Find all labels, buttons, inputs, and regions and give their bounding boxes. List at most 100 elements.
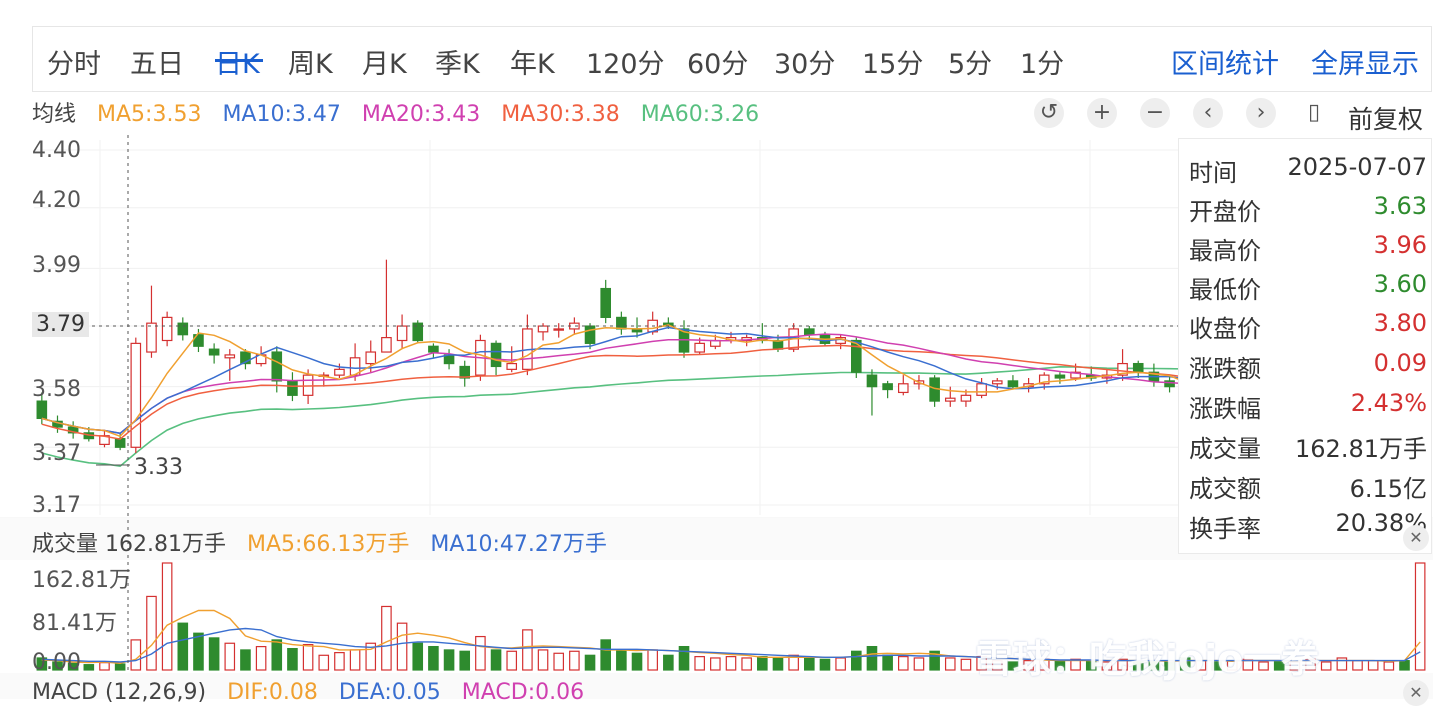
volume-bar — [725, 656, 737, 671]
candle-body — [428, 345, 439, 353]
volume-bar — [1399, 660, 1410, 671]
volume-bar — [944, 657, 956, 671]
candle-body — [897, 383, 909, 394]
volume-tick-label: 81.41万 — [32, 611, 117, 636]
volume-tick-label: 162.81万 — [32, 568, 131, 593]
price-tick-label: 4.40 — [32, 138, 81, 163]
ohlc-info-panel: 时间 2025-07-07 开盘价 3.63 最高价 3.96 最低价 3.60 收盘价… — [1178, 138, 1432, 554]
candle-body — [287, 380, 298, 396]
volume-bar — [224, 642, 236, 671]
volume-bar — [334, 652, 345, 671]
volume-bar — [396, 622, 408, 671]
volume-bar — [490, 649, 502, 671]
volume-bar — [835, 657, 846, 671]
volume-bar — [694, 656, 705, 671]
info-row-time: 时间 2025-07-07 — [1189, 153, 1427, 191]
info-row-turnover: 成交额 6.15亿 — [1189, 469, 1427, 507]
volume-bar — [678, 645, 690, 671]
info-row-change-pct: 涨跌幅 2.43% — [1189, 389, 1427, 427]
info-value: 3.63 — [1373, 192, 1427, 220]
candle-body — [146, 322, 157, 353]
candle-body — [616, 316, 627, 330]
candle-body — [584, 325, 596, 344]
volume-bar — [193, 632, 204, 671]
info-row-high: 最高价 3.96 — [1189, 231, 1427, 269]
volume-bar — [851, 650, 862, 671]
volume-bar — [130, 639, 142, 671]
volume-bar — [647, 649, 658, 671]
volume-bar — [255, 645, 267, 671]
volume-bar — [506, 650, 518, 671]
candle-body — [130, 342, 142, 448]
volume-bar — [177, 622, 189, 671]
info-key: 时间 — [1189, 159, 1237, 187]
info-value: 3.80 — [1373, 309, 1427, 337]
candle-body — [506, 362, 518, 370]
volume-bar — [600, 639, 611, 671]
candle-body — [1054, 374, 1066, 379]
close-icon[interactable]: ✕ — [1403, 525, 1429, 551]
candle-body — [804, 328, 815, 336]
info-row-low: 最低价 3.60 — [1189, 270, 1427, 308]
candle-body — [365, 351, 377, 365]
candle-body — [177, 322, 189, 336]
volume-bar — [443, 649, 455, 671]
candle-body — [161, 316, 173, 342]
volume-bar — [804, 657, 815, 671]
volume-bar — [710, 657, 721, 671]
volume-bar — [960, 658, 972, 671]
info-value: 6.15亿 — [1349, 475, 1427, 503]
volume-bar — [819, 658, 831, 671]
volume-bar — [631, 652, 643, 671]
volume-ma10: MA10:47.27万手 — [430, 532, 607, 557]
info-value: 3.60 — [1373, 270, 1427, 298]
candle-body — [334, 368, 345, 376]
info-row-open: 开盘价 3.63 — [1189, 192, 1427, 230]
info-key: 收盘价 — [1189, 315, 1261, 343]
macd-legend: MACD (12,26,9) DIF:0.08 DEA:0.05 MACD:0.… — [32, 680, 598, 705]
volume-legend: 成交量 162.81万手 MA5:66.13万手 MA10:47.27万手 — [32, 526, 621, 558]
info-key: 最高价 — [1189, 237, 1261, 265]
info-key: 成交额 — [1189, 475, 1261, 503]
volume-bar — [271, 639, 283, 671]
volume-label: 成交量 162.81万手 — [32, 532, 226, 557]
price-tick-label: 3.99 — [32, 253, 81, 278]
volume-bar — [287, 647, 298, 671]
volume-bar — [381, 605, 392, 671]
macd-dif: DIF:0.08 — [227, 680, 318, 705]
info-row-change: 涨跌额 0.09 — [1189, 349, 1427, 387]
info-value: 3.96 — [1373, 231, 1427, 259]
close-macd-icon[interactable]: ✕ — [1403, 680, 1429, 706]
candle-body — [944, 397, 956, 402]
candle-body — [224, 354, 236, 359]
macd-label: MACD (12,26,9) — [32, 680, 207, 705]
volume-bar — [584, 654, 596, 671]
candle-body — [553, 328, 565, 331]
volume-bar — [569, 650, 580, 671]
info-value: 2.43% — [1350, 389, 1427, 417]
candle-body — [866, 374, 878, 388]
info-row-turnover-rate: 换手率 20.38% — [1189, 509, 1427, 547]
volume-bar — [772, 657, 784, 671]
info-value: 0.09 — [1373, 349, 1427, 377]
volume-bar — [741, 657, 752, 671]
volume-bar — [913, 657, 925, 671]
volume-bar — [537, 649, 549, 671]
volume-bar — [882, 654, 893, 671]
price-tick-label: 4.20 — [32, 188, 81, 213]
volume-bar — [459, 650, 471, 671]
candle-body — [114, 438, 126, 448]
candle-body — [1132, 362, 1144, 373]
price-tick-label: 3.37 — [32, 441, 81, 466]
candle-body — [208, 348, 220, 356]
volume-tick-label: 0.00 — [32, 650, 81, 675]
volume-bar — [757, 656, 768, 671]
volume-ma5: MA5:66.13万手 — [246, 532, 410, 557]
volume-bar — [412, 642, 424, 671]
volume-bar — [318, 654, 330, 671]
macd-dea: DEA:0.05 — [338, 680, 441, 705]
volume-bar — [663, 654, 674, 671]
xueqiu-watermark: 雪球：吃我jojo一拳 — [975, 637, 1320, 681]
candle-body — [600, 287, 611, 318]
volume-bar — [428, 645, 439, 671]
